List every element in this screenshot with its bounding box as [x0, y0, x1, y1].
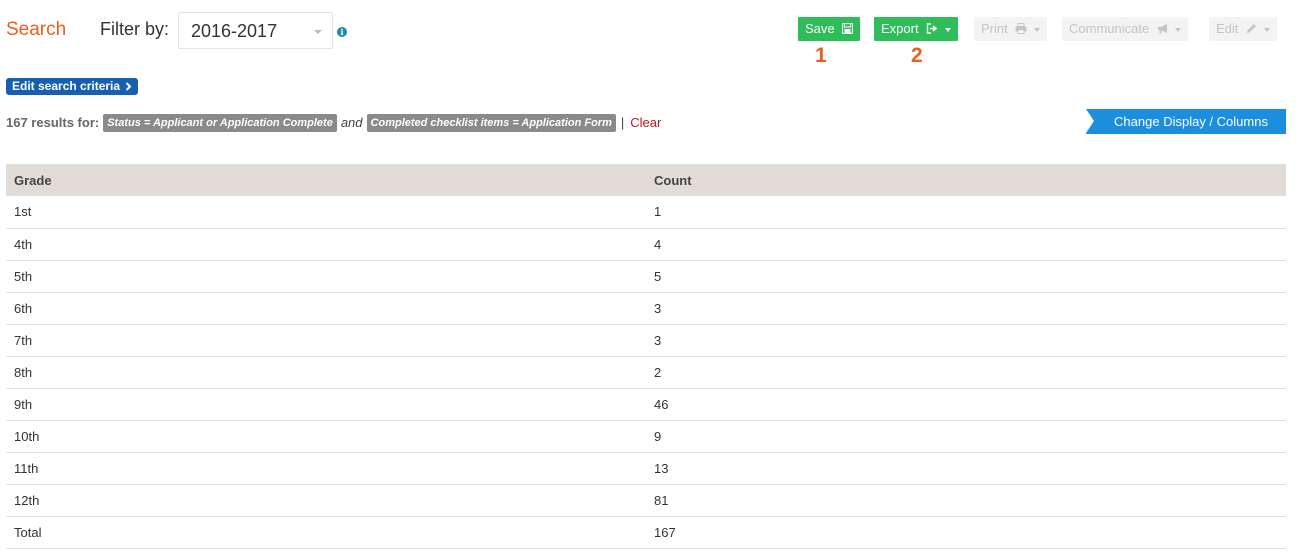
grade-cell: 5th: [6, 260, 646, 293]
save-label: Save: [805, 21, 835, 36]
export-label: Export: [881, 21, 919, 36]
info-icon[interactable]: i: [337, 27, 347, 37]
export-button[interactable]: Export: [874, 17, 958, 41]
page-title: Search: [6, 19, 67, 40]
save-button[interactable]: Save: [798, 17, 861, 42]
table-row-total: Total 167: [6, 516, 1286, 549]
communicate-button[interactable]: Communicate: [1062, 17, 1189, 42]
filter-select-value: 2016-2017: [191, 21, 278, 41]
column-header-grade[interactable]: Grade: [6, 164, 646, 196]
edit-label: Edit: [1216, 21, 1239, 36]
table-row: 6th 3: [6, 292, 1286, 325]
count-cell: 3: [646, 324, 1286, 357]
grade-cell: 4th: [6, 228, 646, 261]
grade-cell: 10th: [6, 420, 646, 453]
marker-2: 2: [911, 44, 923, 67]
clear-link[interactable]: Clear: [630, 115, 661, 130]
table-row: 9th 46: [6, 388, 1286, 421]
count-cell: 2: [646, 356, 1286, 389]
count-cell: 46: [646, 388, 1286, 421]
print-label: Print: [981, 21, 1008, 36]
change-display-columns-button[interactable]: Change Display / Columns: [1086, 109, 1286, 134]
count-cell: 3: [646, 292, 1286, 325]
results-summary: 167 results for: Status = Applicant or A…: [6, 113, 661, 132]
count-cell: 9: [646, 420, 1286, 453]
results-count: 167 results for:: [6, 115, 100, 130]
column-header-count[interactable]: Count: [646, 164, 1286, 196]
count-cell: 81: [646, 484, 1286, 517]
results-table: Grade Count 1st 1 4th 4 5th 5 6th 3 7th 3 8th…: [6, 164, 1286, 549]
count-cell: 4: [646, 228, 1286, 261]
count-cell: 5: [646, 260, 1286, 293]
table-row: 4th 4: [6, 228, 1286, 261]
table-row: 5th 5: [6, 260, 1286, 293]
table-row: 11th 13: [6, 452, 1286, 485]
megaphone-icon: [1157, 18, 1169, 42]
criteria-and: and: [340, 115, 363, 130]
print-button[interactable]: Print: [974, 17, 1047, 41]
count-cell: 1: [646, 196, 1286, 229]
edit-search-criteria-label: Edit search criteria: [12, 79, 121, 93]
floppy-disk-icon: [842, 18, 854, 42]
table-row: 8th 2: [6, 356, 1286, 389]
table-row: 12th 81: [6, 484, 1286, 517]
edit-search-criteria-button[interactable]: Edit search criteria: [6, 78, 139, 95]
table-row: 10th 9: [6, 420, 1286, 453]
table-row: 1st 1: [6, 196, 1286, 229]
chevron-right-icon: [123, 79, 132, 93]
table-header-row: Grade Count: [6, 164, 1286, 196]
grade-cell: 9th: [6, 388, 646, 421]
printer-icon: [1015, 18, 1027, 42]
criteria-chip: Status = Applicant or Application Comple…: [103, 113, 337, 132]
count-cell: 13: [646, 452, 1286, 485]
grade-cell: 11th: [6, 452, 646, 485]
chevron-down-icon: [1263, 27, 1270, 32]
grade-cell: 7th: [6, 324, 646, 357]
grade-cell: 6th: [6, 292, 646, 325]
chevron-down-icon: [1033, 27, 1040, 32]
pencil-icon: [1246, 18, 1257, 42]
count-cell: 167: [646, 516, 1286, 549]
grade-cell: Total: [6, 516, 646, 549]
chevron-down-icon: [1175, 27, 1182, 32]
grade-cell: 12th: [6, 484, 646, 517]
edit-button[interactable]: Edit: [1209, 17, 1277, 41]
separator: |: [620, 115, 625, 130]
sign-out-icon: [926, 18, 938, 42]
grade-cell: 1st: [6, 196, 646, 229]
grade-cell: 8th: [6, 356, 646, 389]
chevron-down-icon: [314, 30, 322, 34]
criteria-chip: Completed checklist items = Application …: [366, 113, 616, 132]
communicate-label: Communicate: [1069, 21, 1150, 36]
marker-1: 1: [815, 44, 827, 67]
filter-select[interactable]: 2016-2017: [178, 12, 333, 49]
table-row: 7th 3: [6, 324, 1286, 357]
chevron-down-icon: [944, 27, 951, 32]
filter-label: Filter by:: [100, 19, 170, 39]
